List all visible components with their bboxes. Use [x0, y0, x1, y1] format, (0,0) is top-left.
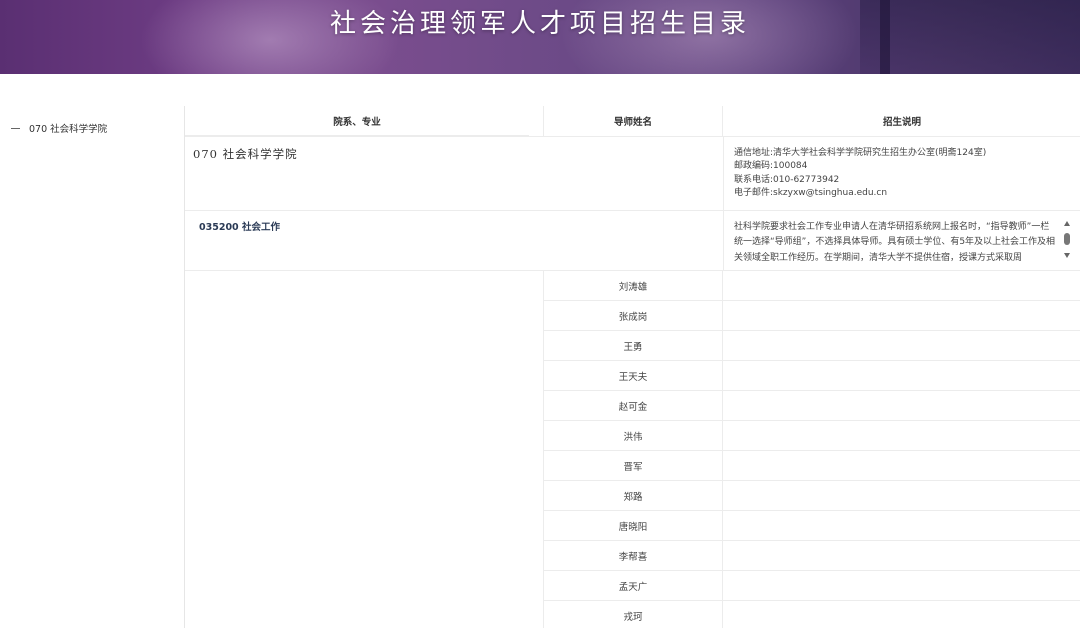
- note-scrollbar[interactable]: [1063, 221, 1073, 261]
- table-row: 赵可金: [185, 391, 1080, 421]
- tutor-name: 王天夫: [543, 361, 723, 391]
- tutor-name: 郑路: [543, 481, 723, 511]
- header-notes: 招生说明: [882, 117, 921, 128]
- catalog-table: 院系、专业 导师姓名 招生说明 070 社会科学学院 通信地址:清华大学社会科学…: [184, 106, 1080, 628]
- major-code: 035200 社会工作: [199, 222, 280, 233]
- scroll-thumb[interactable]: [1064, 233, 1070, 245]
- tutor-name: 刘涛雄: [543, 271, 723, 301]
- tutor-name: 赵可金: [543, 391, 723, 421]
- table-row: 晋军: [185, 451, 1080, 481]
- school-name: 070 社会科学学院: [193, 147, 298, 161]
- school-email[interactable]: 电子邮件:skzyxw@tsinghua.edu.cn: [734, 187, 1080, 200]
- school-row: 070 社会科学学院 通信地址:清华大学社会科学学院研究生招生办公室(明斋124…: [185, 137, 1080, 211]
- sidebar-item-label: 070 社会科学学院: [29, 124, 108, 135]
- school-postcode: 邮政编码:100084: [734, 161, 808, 172]
- major-row: 035200 社会工作 社科学院要求社会工作专业申请人在清华研招系统网上报名时，…: [185, 211, 1080, 271]
- major-note-box[interactable]: 社科学院要求社会工作专业申请人在清华研招系统网上报名时，“指导教师”一栏统一选择…: [723, 211, 1080, 270]
- tutor-notes: [723, 361, 1080, 391]
- table-row: 张成岗: [185, 301, 1080, 331]
- tutor-name: 张成岗: [543, 301, 723, 331]
- major-note: 社科学院要求社会工作专业申请人在清华研招系统网上报名时，“指导教师”一栏统一选择…: [734, 222, 1056, 263]
- tutor-notes: [723, 421, 1080, 451]
- scroll-down-icon[interactable]: [1064, 253, 1070, 258]
- table-row: 郑路: [185, 481, 1080, 511]
- tutor-notes: [723, 451, 1080, 481]
- school-phone: 联系电话:010-62773942: [734, 174, 840, 185]
- tutor-notes: [723, 601, 1080, 628]
- table-row: 刘涛雄: [185, 271, 1080, 301]
- page-title: 社会治理领军人才项目招生目录: [329, 9, 750, 39]
- tutor-notes: [723, 541, 1080, 571]
- tutor-notes: [723, 511, 1080, 541]
- table-row: 唐晓阳: [185, 511, 1080, 541]
- header-department: 院系、专业: [185, 106, 529, 136]
- table-row: 洪伟: [185, 421, 1080, 451]
- tutor-name: 孟天广: [543, 571, 723, 601]
- tutor-name: 李帮喜: [543, 541, 723, 571]
- tutor-notes: [723, 271, 1080, 301]
- table-row: 李帮喜: [185, 541, 1080, 571]
- tutor-notes: [723, 301, 1080, 331]
- table-row: 王天夫: [185, 361, 1080, 391]
- tutor-notes: [723, 331, 1080, 361]
- tutor-name: 晋军: [543, 451, 723, 481]
- dash-icon: [11, 127, 20, 129]
- tutor-name: 戎珂: [543, 601, 723, 628]
- table-row: 戎珂: [185, 601, 1080, 628]
- table-row: 孟天广: [185, 571, 1080, 601]
- header-banner: 社会治理领军人才项目招生目录: [0, 0, 1080, 74]
- sidebar-item-social-sciences[interactable]: 070 社会科学学院: [0, 116, 180, 140]
- header-tutor: 导师姓名: [543, 106, 723, 136]
- tutor-notes: [723, 391, 1080, 421]
- tutor-name: 洪伟: [543, 421, 723, 451]
- tutor-name: 唐晓阳: [543, 511, 723, 541]
- tutor-notes: [723, 571, 1080, 601]
- scroll-up-icon[interactable]: [1064, 221, 1070, 226]
- sidebar: 070 社会科学学院: [0, 116, 180, 140]
- tutor-name: 王勇: [543, 331, 723, 361]
- school-info: 通信地址:清华大学社会科学学院研究生招生办公室(明斋124室) 邮政编码:100…: [723, 137, 1080, 210]
- table-row: 王勇: [185, 331, 1080, 361]
- school-cell: 070 社会科学学院: [185, 137, 723, 210]
- tutor-notes: [723, 481, 1080, 511]
- tutor-list: 刘涛雄 张成岗 王勇 王天夫 赵可金 洪伟 晋军 郑路 唐晓阳 李帮喜 孟天广 …: [185, 271, 1080, 628]
- major-cell: 035200 社会工作: [185, 211, 723, 270]
- table-header: 院系、专业 导师姓名 招生说明: [185, 106, 1080, 137]
- school-address: 通信地址:清华大学社会科学学院研究生招生办公室(明斋124室): [734, 148, 987, 158]
